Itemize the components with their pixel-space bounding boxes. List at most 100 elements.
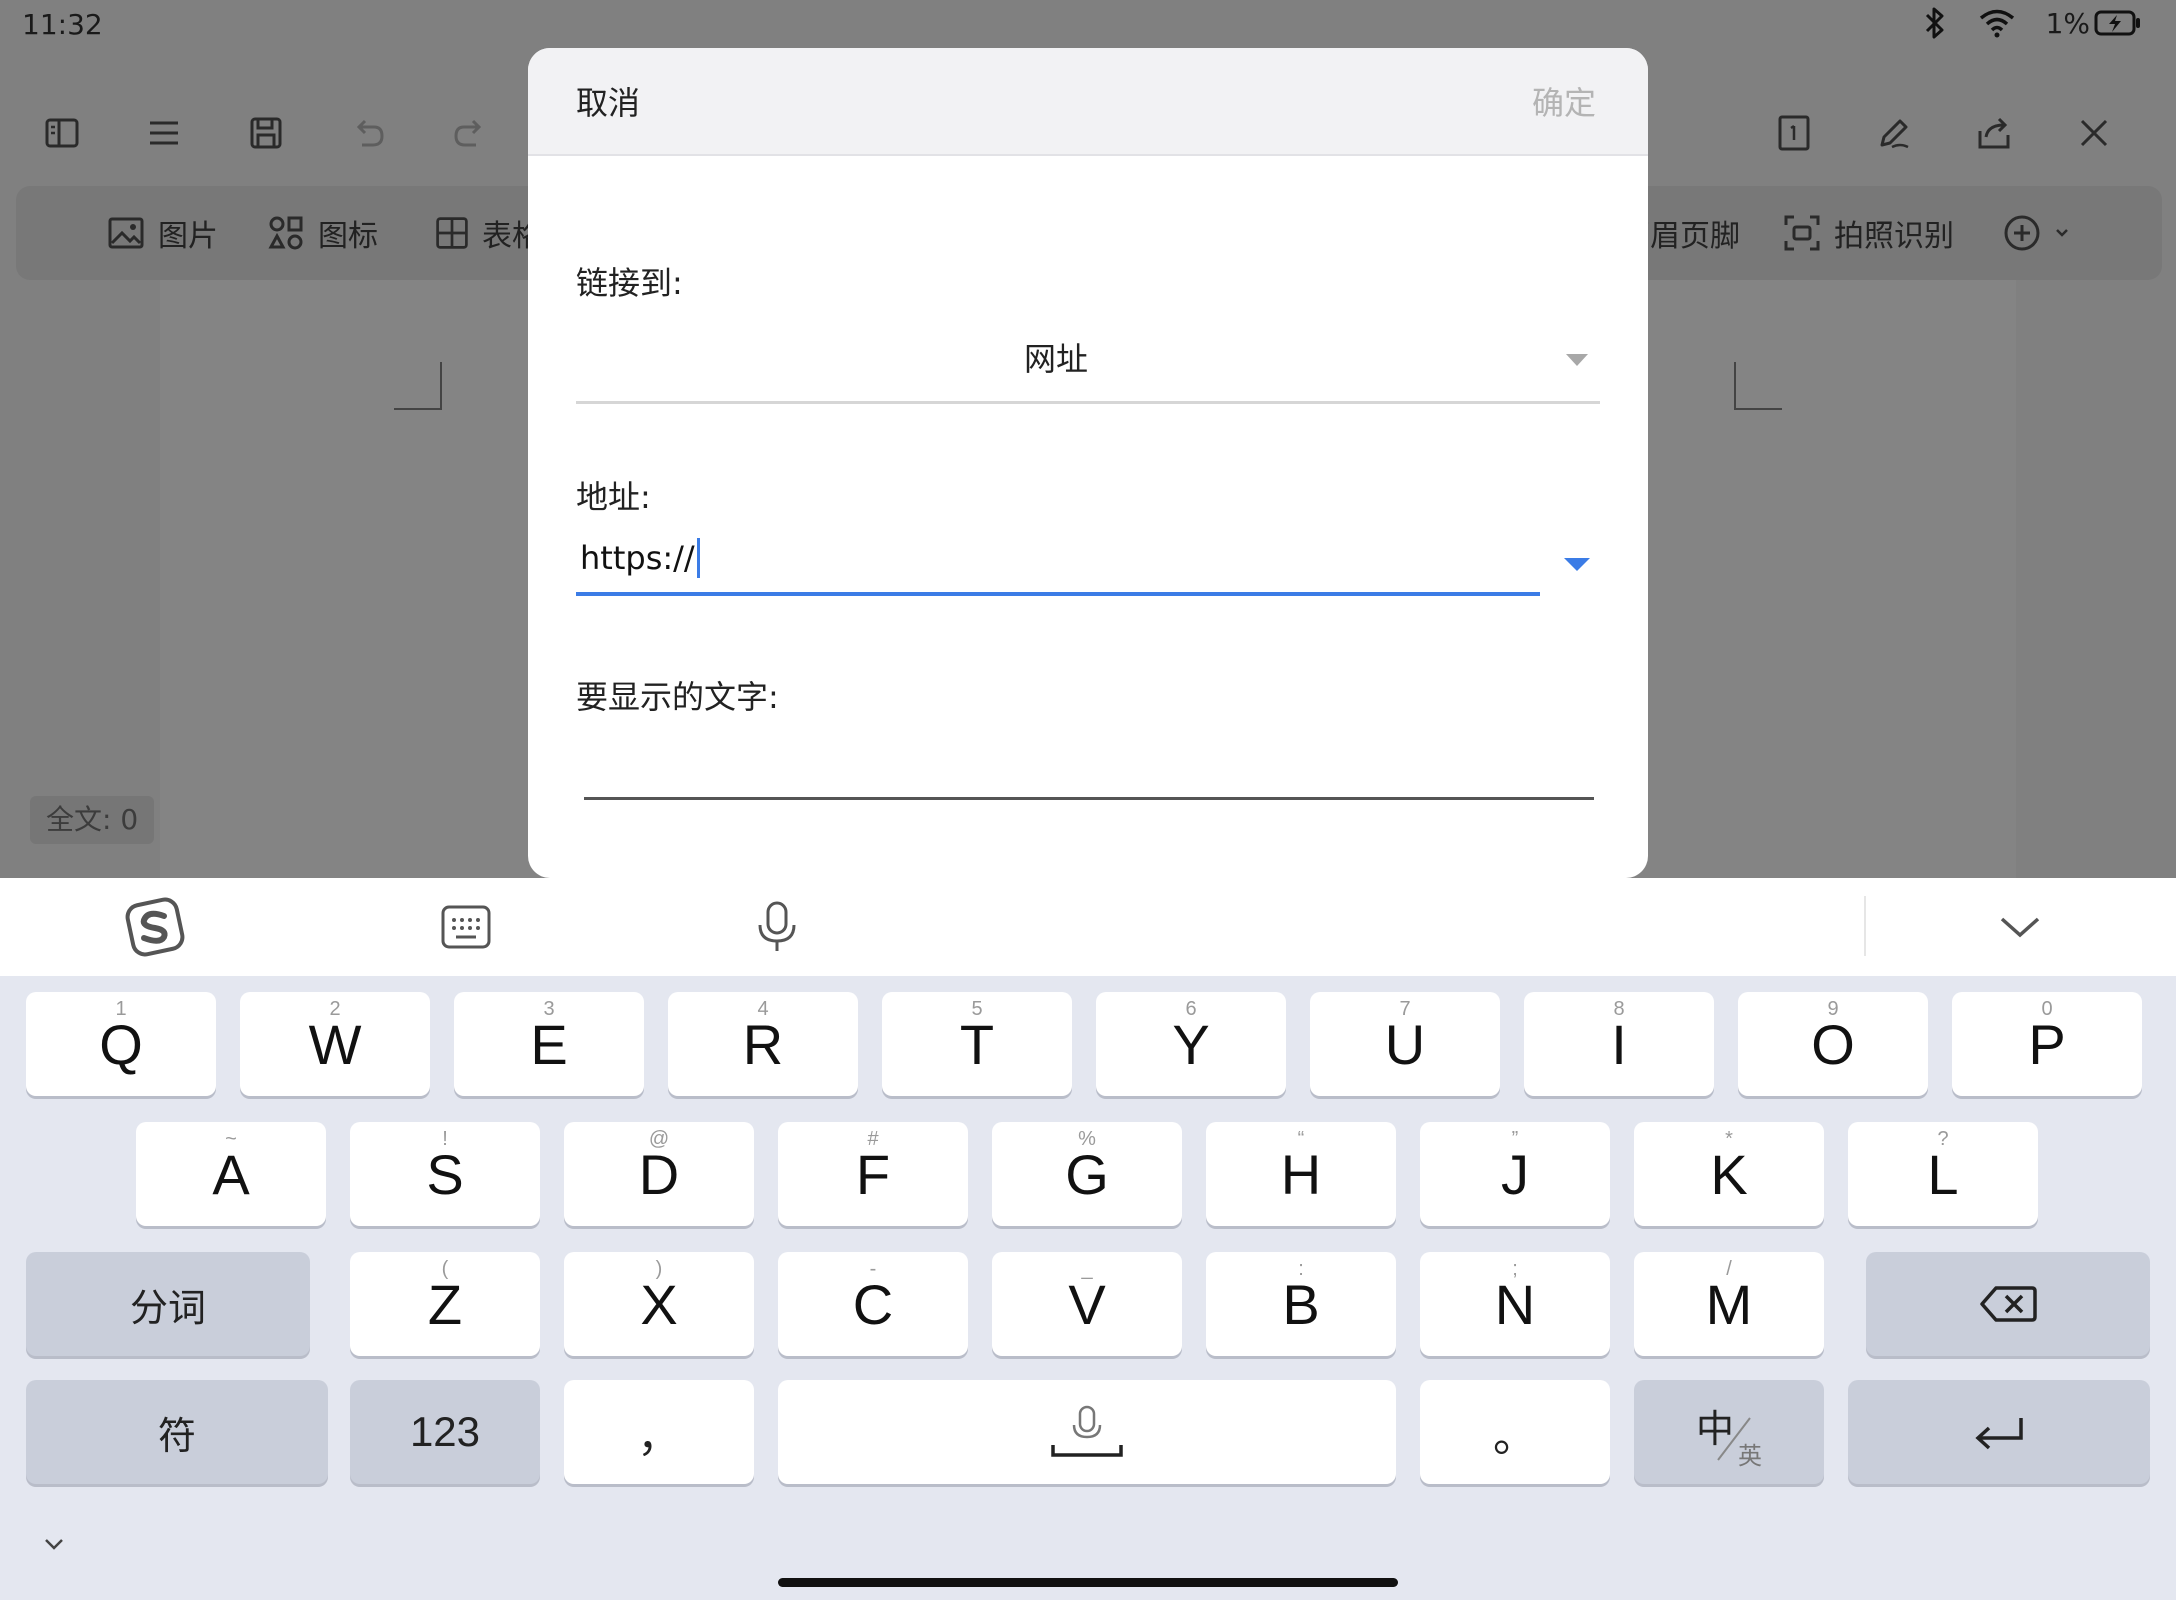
address-history-dropdown-icon[interactable] [1564, 558, 1590, 571]
key-label: U [1384, 1012, 1426, 1076]
enter-key[interactable] [1848, 1380, 2150, 1484]
key-t[interactable]: 5T [882, 992, 1072, 1096]
key-secondary-label: 7 [1399, 998, 1411, 1020]
key-label: Y [1172, 1012, 1210, 1076]
key-u[interactable]: 7U [1310, 992, 1500, 1096]
key-secondary-label: / [1726, 1258, 1732, 1280]
key-s[interactable]: ! S [350, 1122, 540, 1226]
sogou-logo-icon[interactable] [118, 878, 192, 976]
key-n[interactable]: ; N [1420, 1252, 1610, 1356]
address-value: https:// [580, 539, 695, 577]
image-icon [108, 217, 144, 249]
ribbon-item-shapes[interactable]: 图标 [266, 186, 378, 280]
display-text-input[interactable] [584, 744, 1594, 800]
battery-charging-icon [2094, 10, 2140, 36]
ribbon-item-label: 图标 [318, 219, 378, 254]
key-label: D [638, 1142, 680, 1206]
close-icon[interactable] [2072, 111, 2116, 155]
ribbon-more-button[interactable] [2002, 186, 2070, 280]
add-circle-icon [2004, 215, 2040, 251]
ribbon-item-table[interactable]: 表格 [434, 186, 542, 280]
hide-keyboard-icon[interactable] [1990, 878, 2050, 976]
share-icon[interactable] [1972, 111, 2016, 155]
link-to-select[interactable]: 网址 [576, 328, 1600, 404]
key-secondary-label: _ [1081, 1258, 1093, 1280]
confirm-button[interactable]: 确定 [1532, 78, 1596, 124]
link-to-label: 链接到: [576, 264, 683, 302]
key-z[interactable]: (Z [350, 1252, 540, 1356]
key-g[interactable]: % G [992, 1122, 1182, 1226]
pen-icon[interactable] [1872, 111, 1916, 155]
status-time: 11:32 [22, 8, 103, 41]
ribbon-item-scan[interactable]: 拍照识别 [1782, 186, 1954, 280]
segment-key[interactable]: 分词 [26, 1252, 310, 1356]
key-d[interactable]: @ D [564, 1122, 754, 1226]
cancel-button[interactable]: 取消 [576, 78, 640, 124]
key-secondary-label: 8 [1613, 998, 1625, 1020]
key-label: A [212, 1142, 250, 1206]
page-number-icon[interactable] [1772, 111, 1816, 155]
bluetooth-icon [1922, 6, 1948, 40]
key-c[interactable]: -C [778, 1252, 968, 1356]
key-label: E [530, 1012, 568, 1076]
key-w[interactable]: 2W [240, 992, 430, 1096]
comma-key[interactable]: ， [564, 1380, 754, 1484]
sidebar-toggle-icon[interactable] [40, 111, 84, 155]
redo-icon[interactable] [448, 111, 492, 155]
scan-icon [1784, 215, 1820, 251]
address-input[interactable]: https:// [576, 534, 1540, 596]
key-secondary-label: 2 [329, 998, 341, 1020]
symbol-key-label: 符 [157, 1413, 196, 1458]
key-o[interactable]: 9O [1738, 992, 1928, 1096]
key-j[interactable]: ” J [1420, 1122, 1610, 1226]
undo-icon[interactable] [346, 111, 390, 155]
key-label: M [1705, 1272, 1753, 1336]
number-key[interactable]: 123 [350, 1380, 540, 1484]
slash-divider-icon [1717, 1417, 1751, 1461]
key-label: N [1494, 1272, 1536, 1336]
status-icons: 1% [1922, 6, 2142, 40]
key-e[interactable]: 3E [454, 992, 644, 1096]
key-secondary-label: ) [655, 1258, 663, 1280]
key-h[interactable]: “H [1206, 1122, 1396, 1226]
key-f[interactable]: # F [778, 1122, 968, 1226]
period-key[interactable]: 。 [1420, 1380, 1610, 1484]
text-caret [696, 538, 700, 578]
language-switch-key[interactable]: 中 英 [1634, 1380, 1824, 1484]
ribbon-item-image[interactable]: 图片 [106, 186, 218, 280]
key-k[interactable]: * K [1634, 1122, 1824, 1226]
key-x[interactable]: ) X [564, 1252, 754, 1356]
shapes-icon [268, 216, 303, 250]
key-secondary-label: ~ [225, 1128, 237, 1150]
key-a[interactable]: ~ A [136, 1122, 326, 1226]
key-label: R [742, 1012, 784, 1076]
voice-input-icon[interactable] [750, 878, 804, 976]
symbol-key[interactable]: 符 [26, 1380, 328, 1484]
key-label: V [1068, 1272, 1106, 1336]
key-p[interactable]: 0P [1952, 992, 2142, 1096]
key-secondary-label: 3 [543, 998, 555, 1020]
menu-icon[interactable] [142, 111, 186, 155]
key-secondary-label: : [1298, 1258, 1304, 1280]
backspace-key[interactable] [1866, 1252, 2150, 1356]
save-icon[interactable] [244, 111, 288, 155]
key-m[interactable]: / M [1634, 1252, 1824, 1356]
chevron-down-icon [2056, 229, 2068, 237]
key-l[interactable]: ? L [1848, 1122, 2038, 1226]
key-r[interactable]: 4R [668, 992, 858, 1096]
number-key-label: 123 [409, 1408, 481, 1455]
keyboard-layout-icon[interactable] [436, 878, 496, 976]
wifi-icon [1978, 8, 2016, 38]
key-secondary-label: ? [1937, 1128, 1949, 1150]
keyboard-collapse-icon[interactable] [42, 1536, 66, 1556]
ribbon-item-label: 拍照识别 [1834, 219, 1954, 254]
home-indicator[interactable] [778, 1578, 1398, 1587]
space-key[interactable] [778, 1380, 1396, 1484]
key-q[interactable]: 1Q [26, 992, 216, 1096]
key-y[interactable]: 6Y [1096, 992, 1286, 1096]
key-v[interactable]: _ V [992, 1252, 1182, 1356]
key-i[interactable]: 8I [1524, 992, 1714, 1096]
key-b[interactable]: :B [1206, 1252, 1396, 1356]
key-label: G [1065, 1142, 1109, 1206]
comma-key-label: ， [637, 1411, 681, 1462]
